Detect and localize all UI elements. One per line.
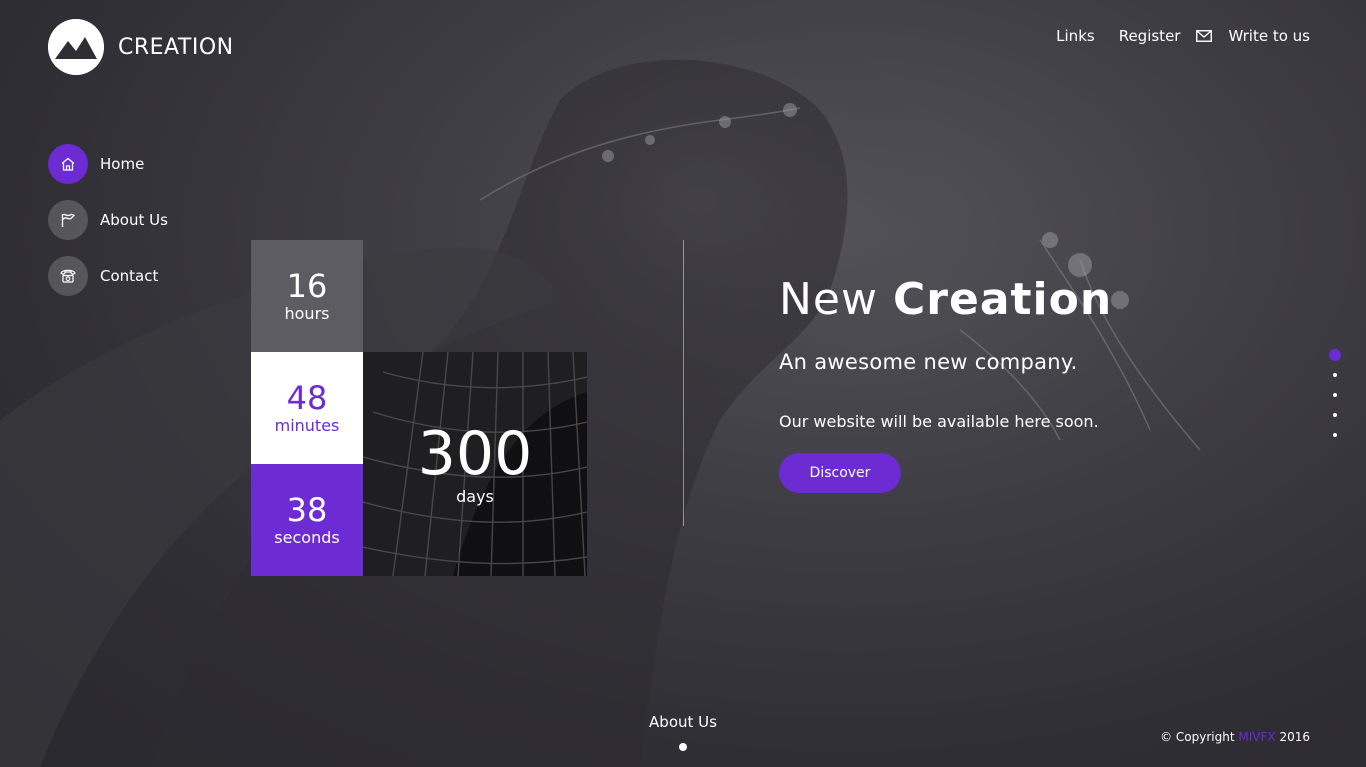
sidenav-item-contact[interactable]: Contact xyxy=(48,256,168,296)
countdown-seconds: 38 seconds xyxy=(251,464,363,576)
pager-dot[interactable] xyxy=(1333,393,1337,397)
minutes-label: minutes xyxy=(274,416,340,435)
register-link[interactable]: Register xyxy=(1119,27,1181,45)
hero-description: Our website will be available here soon. xyxy=(779,412,1099,431)
copyright-brand-link[interactable]: MIVFX xyxy=(1238,730,1275,744)
vertical-divider xyxy=(683,240,684,526)
home-icon xyxy=(48,144,88,184)
top-navigation: Links Register Write to us xyxy=(1032,27,1310,45)
hero-title: New Creation xyxy=(779,272,1259,328)
landing-page: CREATION Links Register Write to us Home xyxy=(0,0,1366,767)
sidenav-item-about-us[interactable]: About Us xyxy=(48,200,168,240)
days-value: 300 xyxy=(417,419,533,489)
copyright-prefix: © Copyright xyxy=(1160,730,1235,744)
pager-dot[interactable] xyxy=(1333,433,1337,437)
write-to-us-link[interactable]: Write to us xyxy=(1196,27,1310,45)
brand-name: CREATION xyxy=(118,34,234,60)
side-navigation: Home About Us Contact xyxy=(48,144,168,312)
phone-icon xyxy=(48,256,88,296)
hours-value: 16 xyxy=(286,267,328,305)
copyright-year: 2016 xyxy=(1279,730,1310,744)
countdown-minutes: 48 minutes xyxy=(251,352,363,464)
countdown-hours: 16 hours xyxy=(251,240,363,352)
hero-title-light: New xyxy=(779,274,878,325)
mountain-logo-icon xyxy=(48,19,104,75)
sidenav-item-label: About Us xyxy=(100,211,168,229)
sidenav-item-label: Contact xyxy=(100,267,159,285)
about-us-scroll-link[interactable]: About Us xyxy=(610,713,756,731)
countdown-days: 300 days xyxy=(363,352,587,576)
flag-icon xyxy=(48,200,88,240)
days-label: days xyxy=(456,487,494,506)
section-pager xyxy=(1325,349,1345,453)
copyright: © Copyright MIVFX 2016 xyxy=(1160,730,1310,744)
links-link[interactable]: Links xyxy=(1056,27,1095,45)
hero-subtitle: An awesome new company. xyxy=(779,350,1078,374)
pager-dot[interactable] xyxy=(1333,413,1337,417)
scroll-indicator-dot[interactable] xyxy=(679,743,687,751)
sidenav-item-label: Home xyxy=(100,155,145,173)
hero-title-bold: Creation xyxy=(892,274,1113,325)
hero: New Creation An awesome new company. Our… xyxy=(779,272,1259,493)
pager-dot[interactable] xyxy=(1333,373,1337,377)
discover-button[interactable]: Discover xyxy=(779,453,901,493)
countdown: 16 hours 48 minutes 38 seconds 300 days xyxy=(251,240,587,576)
seconds-value: 38 xyxy=(286,491,328,529)
logo[interactable]: CREATION xyxy=(48,19,234,75)
pager-dot[interactable] xyxy=(1329,349,1341,361)
write-to-us-label: Write to us xyxy=(1228,27,1310,45)
envelope-icon xyxy=(1196,30,1213,42)
hours-label: hours xyxy=(284,304,330,323)
seconds-label: seconds xyxy=(274,528,340,547)
sidenav-item-home[interactable]: Home xyxy=(48,144,168,184)
minutes-value: 48 xyxy=(286,379,328,417)
